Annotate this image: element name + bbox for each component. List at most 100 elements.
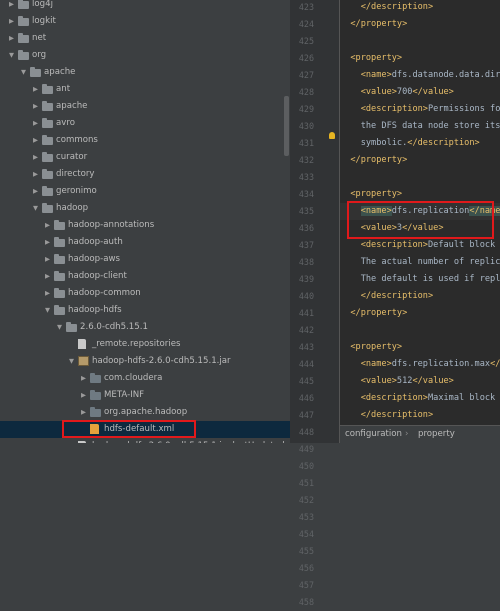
line-number: 432 [298, 155, 314, 165]
file-icon [78, 339, 86, 349]
tree-item-label: hadoop-aws [68, 254, 121, 264]
code-line[interactable]: The default is used if replica [340, 271, 500, 288]
code-line[interactable]: </property> [340, 305, 407, 322]
line-number: 435 [298, 206, 314, 216]
tree-item[interactable]: ▶ hadoop-annotations [0, 217, 290, 234]
tree-item[interactable]: ▶ hadoop-aws [0, 251, 290, 268]
expand-arrow-right-icon[interactable]: ▶ [79, 387, 88, 404]
tree-item[interactable]: ▼ hadoop-hdfs-2.6.0-cdh5.15.1.jar [0, 353, 290, 370]
expand-arrow-right-icon[interactable]: ▶ [31, 166, 40, 183]
expand-arrow-down-icon[interactable]: ▼ [43, 302, 52, 319]
code-line[interactable]: </property> [340, 152, 407, 169]
expand-arrow-down-icon[interactable]: ▼ [55, 319, 64, 336]
expand-arrow-down-icon[interactable]: ▼ [19, 64, 28, 81]
code-line[interactable]: The actual number of replicati [340, 254, 500, 271]
expand-arrow-right-icon[interactable]: ▶ [43, 234, 52, 251]
tree-item[interactable]: ▼ org [0, 47, 290, 64]
tree-item-label: geronimo [56, 186, 97, 196]
code-line[interactable]: </description> [340, 288, 433, 305]
code-line[interactable]: <description>Default block rep [340, 237, 500, 254]
tree-item[interactable]: _remote.repositories [0, 336, 290, 353]
expand-arrow-right-icon[interactable]: ▶ [7, 0, 16, 13]
tree-item-label: log4j [32, 0, 53, 9]
code-line[interactable]: <property> [340, 50, 402, 67]
line-number: 436 [298, 223, 314, 233]
folder-icon [18, 50, 29, 60]
tree-item[interactable]: ▼ apache [0, 64, 290, 81]
line-number: 457 [298, 580, 314, 590]
tree-item[interactable]: ▶ apache [0, 98, 290, 115]
expand-arrow-right-icon[interactable]: ▶ [7, 13, 16, 30]
project-tree[interactable]: ▶ log4j ▶ logkit ▶ net ▼ org ▼ apache ▶ ant ▶ apache ▶… [0, 0, 290, 443]
expand-arrow-down-icon[interactable]: ▼ [67, 353, 76, 370]
editor-breadcrumb: configuration › property [340, 425, 500, 443]
expand-arrow-right-icon[interactable]: ▶ [79, 404, 88, 421]
expand-arrow-right-icon[interactable]: ▶ [31, 98, 40, 115]
expand-arrow-right-icon[interactable]: ▶ [7, 30, 16, 47]
tree-item[interactable]: ▶ com.cloudera [0, 370, 290, 387]
code-line[interactable]: <name>dfs.replication.max</nam [340, 356, 500, 373]
tree-item[interactable]: ▶ META-INF [0, 387, 290, 404]
tree-item[interactable]: ▶ avro [0, 115, 290, 132]
folder-icon [42, 203, 53, 213]
code-editor[interactable]: </description> </property> <property> <n… [340, 0, 500, 425]
expand-arrow-right-icon[interactable]: ▶ [31, 115, 40, 132]
tree-item[interactable]: ▶ geronimo [0, 183, 290, 200]
tree-item-label: directory [56, 169, 95, 179]
tree-item[interactable]: hadoop-hdfs-2.6.0-cdh5.15.1.jar.lastUpda… [0, 438, 290, 443]
breadcrumb-configuration[interactable]: configuration [345, 426, 402, 443]
tree-item[interactable]: ▶ logkit [0, 13, 290, 30]
expand-arrow-right-icon[interactable]: ▶ [31, 149, 40, 166]
line-number: 431 [298, 138, 314, 148]
tree-item[interactable]: ▶ log4j [0, 0, 290, 13]
expand-arrow-right-icon[interactable]: ▶ [79, 370, 88, 387]
line-number: 430 [298, 121, 314, 131]
tree-item[interactable]: ▼ hadoop [0, 200, 290, 217]
tree-item[interactable]: ▼ 2.6.0-cdh5.15.1 [0, 319, 290, 336]
code-line[interactable]: <value>512</value> [340, 373, 454, 390]
tree-item[interactable]: ▶ commons [0, 132, 290, 149]
folder-icon [18, 33, 29, 43]
breadcrumb-property[interactable]: property [418, 426, 455, 443]
pkg-icon [90, 373, 101, 383]
expand-arrow-right-icon[interactable]: ▶ [43, 217, 52, 234]
expand-arrow-right-icon[interactable]: ▶ [31, 132, 40, 149]
tree-item[interactable]: ▼ hadoop-hdfs [0, 302, 290, 319]
expand-arrow-down-icon[interactable]: ▼ [7, 47, 16, 64]
expand-arrow-down-icon[interactable]: ▼ [31, 200, 40, 217]
pkg-icon [90, 390, 101, 400]
line-number: 433 [298, 172, 314, 182]
line-number: 449 [298, 444, 314, 454]
expand-arrow-right-icon[interactable]: ▶ [31, 81, 40, 98]
tree-item[interactable]: ▶ hadoop-client [0, 268, 290, 285]
code-line[interactable]: </description> [340, 407, 433, 424]
tree-item[interactable]: ▶ curator [0, 149, 290, 166]
folder-icon [54, 305, 65, 315]
intention-bulb-icon[interactable] [329, 132, 335, 139]
line-number: 454 [298, 529, 314, 539]
tree-item[interactable]: ▶ ant [0, 81, 290, 98]
code-line[interactable]: </description> [340, 0, 433, 16]
tree-item-label: hadoop-annotations [68, 220, 155, 230]
expand-arrow-right-icon[interactable]: ▶ [43, 251, 52, 268]
folder-icon [42, 169, 53, 179]
code-line[interactable]: symbolic.</description> [340, 135, 480, 152]
expand-arrow-right-icon[interactable]: ▶ [43, 268, 52, 285]
code-line[interactable]: <description>Maximal block repl [340, 390, 500, 407]
tree-item[interactable]: ▶ hadoop-common [0, 285, 290, 302]
tree-scrollbar[interactable] [284, 96, 289, 156]
code-line[interactable]: <name>dfs.datanode.data.dir.pe [340, 67, 500, 84]
folder-icon [54, 271, 65, 281]
tree-item[interactable]: ▶ org.apache.hadoop [0, 404, 290, 421]
tree-item[interactable]: ▶ hadoop-auth [0, 234, 290, 251]
tree-item[interactable]: ▶ directory [0, 166, 290, 183]
code-line[interactable]: <description>Permissions for t [340, 101, 500, 118]
expand-arrow-right-icon[interactable]: ▶ [43, 285, 52, 302]
folder-icon [54, 220, 65, 230]
code-line[interactable]: <value>700</value> [340, 84, 454, 101]
code-line[interactable]: the DFS data node store its bl [340, 118, 500, 135]
code-line[interactable]: </property> [340, 16, 407, 33]
tree-item[interactable]: ▶ net [0, 30, 290, 47]
code-line[interactable]: <property> [340, 339, 402, 356]
expand-arrow-right-icon[interactable]: ▶ [31, 183, 40, 200]
